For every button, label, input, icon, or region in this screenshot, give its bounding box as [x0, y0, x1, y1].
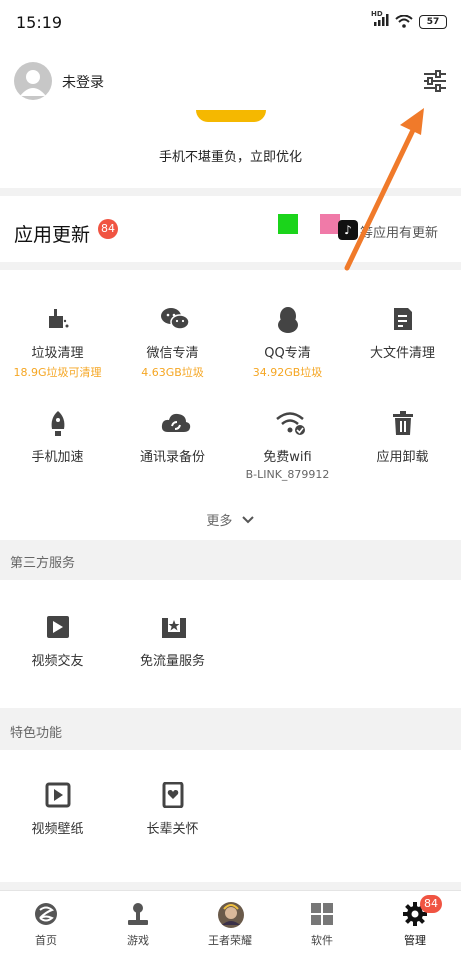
app-update-title: 应用更新 — [14, 224, 91, 246]
wifi-check-icon — [275, 410, 305, 436]
game-avatar-icon — [217, 901, 244, 928]
section-title: 特色功能 — [10, 726, 63, 741]
tool-junk-clean[interactable]: 垃圾清理 18.9G垃圾可清理 — [0, 306, 115, 380]
service-label: 免流量服务 — [139, 654, 205, 669]
manage-badge: 84 — [420, 895, 442, 913]
section-title: 第三方服务 — [10, 556, 76, 571]
section-header-features: 特色功能 — [0, 712, 461, 750]
tool-wechat-clean[interactable]: 微信专清 4.63GB垃圾 — [115, 306, 230, 380]
tool-label: 垃圾清理 — [31, 346, 84, 361]
signal-icon: HD — [371, 10, 389, 29]
wifi-status-icon — [395, 15, 413, 28]
tool-free-wifi[interactable]: 免费wifi B-LINK_879912 — [230, 410, 345, 481]
login-label[interactable]: 未登录 — [62, 72, 104, 92]
service-video-dating[interactable]: 视频交友 — [0, 614, 115, 669]
tool-label: 大文件清理 — [369, 346, 435, 361]
cloud-sync-icon — [160, 410, 190, 436]
settings-sliders-icon[interactable] — [420, 68, 450, 94]
bottom-nav: 首页 游戏 王者荣耀 软件 管理 84 — [0, 890, 461, 961]
nav-label: 软件 — [311, 934, 333, 947]
feature-video-wallpaper[interactable]: 视频壁纸 — [0, 782, 115, 837]
nav-wangzhe[interactable]: 王者荣耀 — [184, 891, 276, 961]
features-section: 视频壁纸 长辈关怀 — [0, 750, 461, 882]
nav-home[interactable]: 首页 — [0, 891, 92, 961]
broom-icon — [45, 306, 71, 332]
status-time: 15:19 — [16, 13, 63, 32]
tool-sub: 4.63GB垃圾 — [141, 366, 204, 379]
app-icon-pink — [320, 214, 340, 234]
tool-large-file-clean[interactable]: 大文件清理 — [345, 306, 460, 364]
tool-sub: 18.9G垃圾可清理 — [13, 366, 102, 379]
tool-qq-clean[interactable]: QQ专清 34.92GB垃圾 — [230, 306, 345, 380]
elder-care-icon — [160, 781, 186, 809]
video-dating-icon — [45, 614, 71, 640]
third-party-section: 视频交友 免流量服务 — [0, 580, 461, 708]
feature-elder-care[interactable]: 长辈关怀 — [115, 781, 230, 837]
nav-label: 游戏 — [127, 934, 149, 947]
rocket-icon — [45, 410, 71, 436]
status-icons: HD 57 — [371, 10, 447, 29]
nav-games[interactable]: 游戏 — [92, 891, 184, 961]
nav-software[interactable]: 软件 — [276, 891, 368, 961]
tiktok-icon: ♪ — [338, 220, 358, 240]
free-data-icon — [160, 614, 186, 640]
joystick-icon — [125, 901, 151, 927]
app-update-row[interactable]: 应用更新 84 ♪ 等应用有更新 — [0, 196, 461, 262]
app-icon-green — [278, 214, 298, 234]
tool-label: QQ专清 — [264, 346, 311, 361]
more-label: 更多 — [206, 514, 233, 529]
update-summary: 等应用有更新 — [360, 226, 439, 241]
update-count-badge: 84 — [98, 219, 118, 239]
chevron-down-icon — [241, 516, 254, 524]
tool-label: 手机加速 — [31, 450, 84, 465]
tool-sub: 34.92GB垃圾 — [252, 366, 323, 379]
document-icon — [390, 306, 416, 332]
section-header-third-party: 第三方服务 — [0, 542, 461, 580]
home-icon — [33, 901, 59, 927]
tool-label: 微信专清 — [146, 346, 199, 361]
status-bar: 15:19 HD 57 — [0, 0, 461, 46]
video-wallpaper-icon — [45, 782, 71, 808]
score-gauge — [196, 110, 266, 122]
feature-label: 视频壁纸 — [31, 822, 84, 837]
battery-icon: 57 — [419, 14, 447, 29]
tool-sub: B-LINK_879912 — [245, 468, 330, 481]
service-label: 视频交友 — [31, 654, 84, 669]
apps-grid-icon — [309, 901, 335, 927]
tool-label: 应用卸载 — [376, 450, 429, 465]
wechat-icon — [160, 306, 190, 332]
tool-app-uninstall[interactable]: 应用卸载 — [345, 410, 460, 468]
nav-manage[interactable]: 管理 — [369, 891, 461, 961]
nav-label: 首页 — [35, 934, 57, 947]
feature-label: 长辈关怀 — [146, 822, 199, 837]
optimize-slogan[interactable]: 手机不堪重负，立即优化 — [0, 146, 461, 165]
trash-icon — [390, 410, 416, 436]
nav-label: 管理 — [404, 934, 426, 947]
tool-contacts-backup[interactable]: 通讯录备份 — [115, 410, 230, 468]
avatar[interactable] — [14, 62, 52, 100]
tool-label: 免费wifi — [263, 450, 312, 465]
header: 未登录 手机不堪重负，立即优化 — [0, 46, 461, 188]
qq-penguin-icon — [275, 306, 301, 333]
tools-grid: 垃圾清理 18.9G垃圾可清理 微信专清 4.63GB垃圾 QQ专清 34.92… — [0, 270, 461, 540]
service-free-data[interactable]: 免流量服务 — [115, 614, 230, 669]
tool-phone-boost[interactable]: 手机加速 — [0, 410, 115, 468]
nav-label: 王者荣耀 — [208, 934, 252, 947]
more-button[interactable]: 更多 — [0, 510, 461, 529]
tool-label: 通讯录备份 — [139, 450, 205, 465]
